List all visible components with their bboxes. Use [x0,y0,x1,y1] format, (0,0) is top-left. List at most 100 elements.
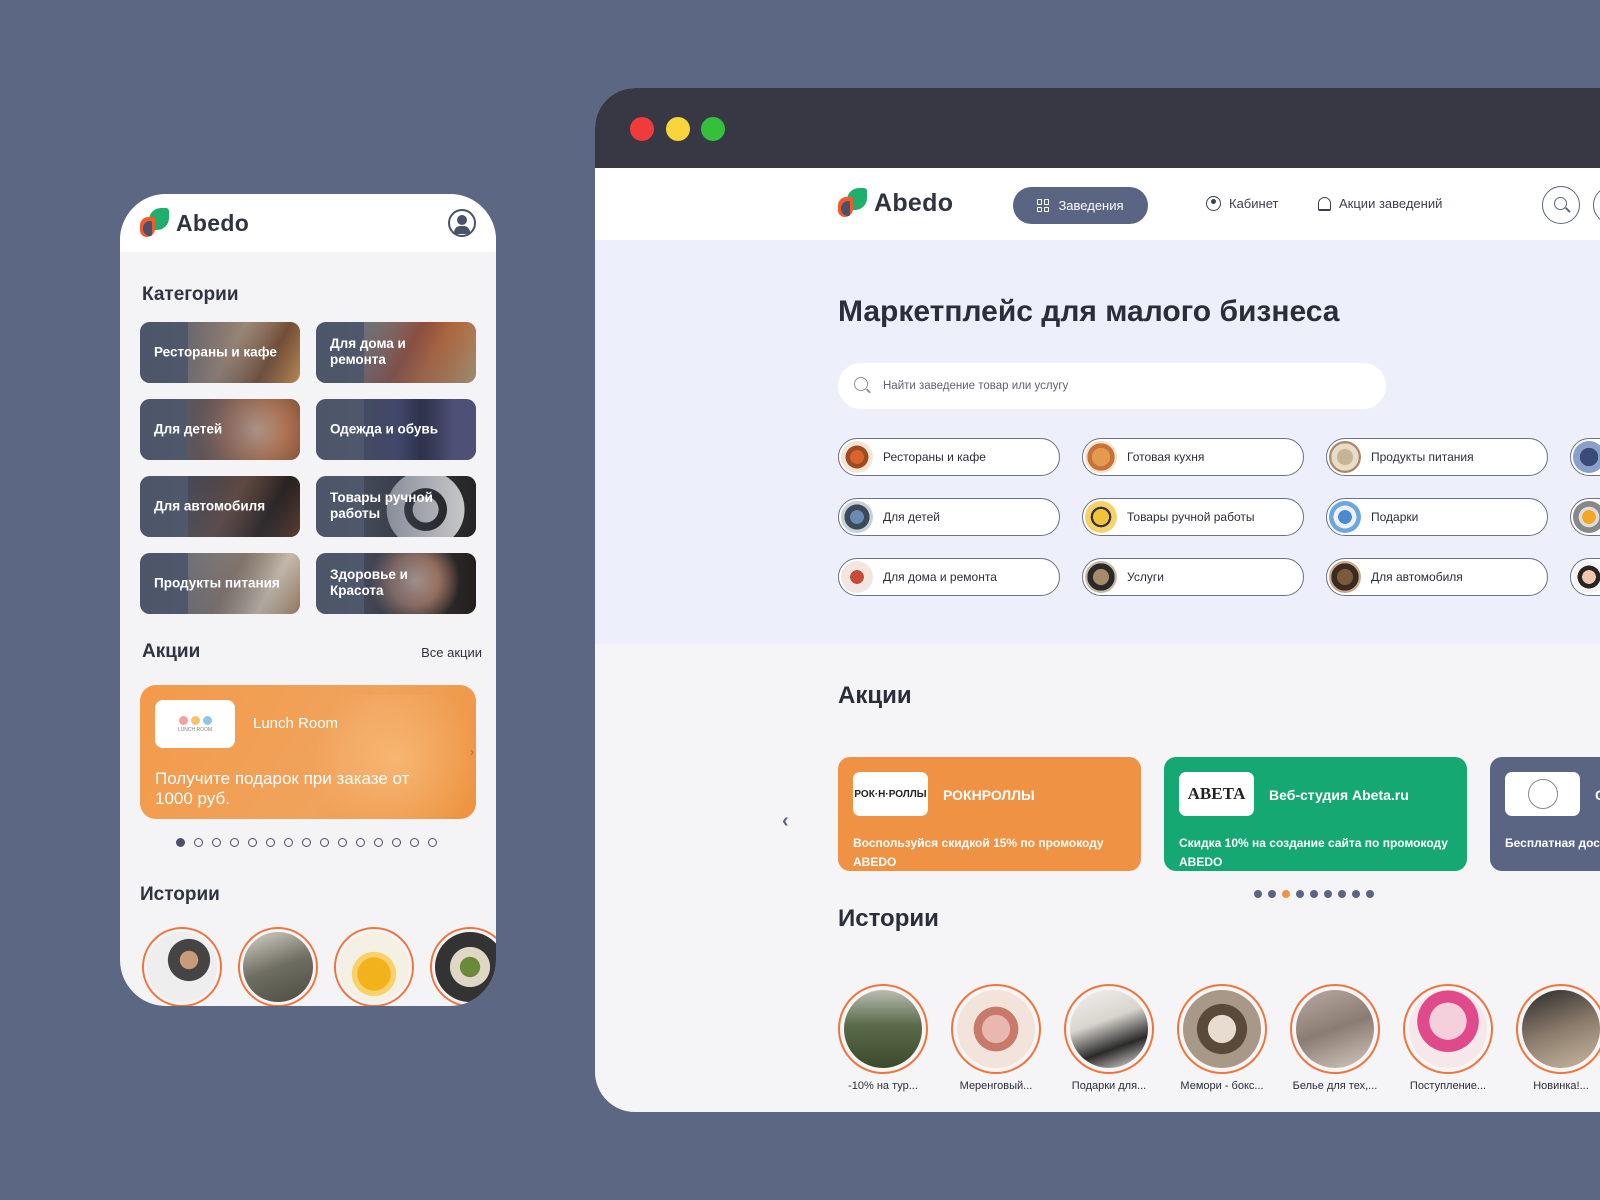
category-chip[interactable]: Готовая кухня [1082,438,1304,476]
story-item[interactable]: Поступление... [1403,984,1493,1092]
carousel-dot[interactable] [230,838,239,847]
close-window-button[interactable] [630,117,654,141]
story-item[interactable]: Подарки для... [1064,984,1154,1092]
category-chip[interactable]: Подарки [1326,498,1548,536]
carousel-dot[interactable] [212,838,221,847]
category-chip[interactable]: Для детей [838,498,1060,536]
promo-card-third[interactable]: C Бесплатная доставка [1490,757,1600,871]
category-chip[interactable]: Продукты питания [1326,438,1548,476]
promo-card-abeta[interactable]: AВЕТА Веб-студия Abeta.ru Скидка 10% на … [1164,757,1467,871]
chevron-right-icon[interactable]: › [470,745,474,759]
carousel-dot[interactable] [1324,890,1332,898]
story-item[interactable]: Новинка!... [1516,984,1600,1092]
stories-title: Истории [838,905,939,932]
search-input[interactable] [883,363,1363,409]
carousel-dot[interactable] [1338,890,1346,898]
place-promos-label: Акции заведений [1339,196,1443,211]
carousel-dots[interactable] [176,838,437,847]
category-card-food[interactable]: Продукты питания [140,553,300,614]
carousel-dot[interactable] [1254,890,1262,898]
stamp-logo-icon [1527,779,1558,809]
stories-row: -10% на тур... Меренговый... Подарки для… [838,984,1600,1092]
story-avatar[interactable] [142,927,222,1006]
promo-name: Веб-студия Abeta.ru [1269,787,1409,803]
category-card-kids[interactable]: Для детей [140,399,300,460]
category-card-handmade[interactable]: Товары ручной работы [316,476,476,537]
carousel-dot[interactable] [248,838,257,847]
category-chip[interactable] [1570,438,1600,476]
places-button[interactable]: Заведения [1013,187,1148,224]
promo-name: РОКНРОЛЛЫ [943,787,1035,803]
maximize-window-button[interactable] [701,117,725,141]
carousel-dot[interactable] [410,838,419,847]
minimize-window-button[interactable] [666,117,690,141]
carousel-dot[interactable] [302,838,311,847]
carousel-dot[interactable] [176,838,185,847]
carousel-dot[interactable] [194,838,203,847]
promos-title: Акции [838,682,912,709]
bell-icon [1318,196,1331,211]
place-promos-link[interactable]: Акции заведений [1318,196,1442,211]
carousel-dot[interactable] [1310,890,1318,898]
chevron-left-icon[interactable]: ‹ [782,810,789,833]
category-label: Для детей [154,421,223,437]
chip-label: Для дома и ремонта [883,570,997,584]
story-item[interactable]: Меренговый... [951,984,1041,1092]
promo-text: Получите подарок при заказе от 1000 руб. [155,769,410,809]
story-label: Новинка!... [1533,1080,1589,1092]
carousel-dots[interactable] [1254,890,1374,898]
logo[interactable]: Abedo [140,208,249,238]
category-label: Для дома и ремонта [330,335,406,368]
desktop-browser: Abedo Заведения Кабинет Акции заведений … [595,88,1600,1112]
chip-label: Товары ручной работы [1127,510,1255,524]
user-circle-icon[interactable] [1593,186,1600,224]
story-item[interactable]: Мемори - бокс... [1177,984,1267,1092]
promo-card[interactable]: LUNCH ROOM Lunch Room Получите подарок п… [140,685,476,819]
category-card-beauty[interactable]: Здоровье и Красота [316,553,476,614]
logo[interactable]: Abedo [838,188,953,218]
promo-cards: РОК·Н·РОЛЛЫ РОКНРОЛЛЫ Воспользуйся скидк… [838,757,1600,871]
category-chip[interactable] [1570,558,1600,596]
story-avatar[interactable] [334,927,414,1006]
promo-name: C [1595,787,1600,803]
carousel-dot[interactable] [1282,890,1290,898]
category-chip[interactable]: Для автомобиля [1326,558,1548,596]
story-avatar[interactable] [238,927,318,1006]
story-avatar[interactable] [430,927,496,1006]
promo-card-rocknrolly[interactable]: РОК·Н·РОЛЛЫ РОКНРОЛЛЫ Воспользуйся скидк… [838,757,1141,871]
story-item[interactable]: Белье для тех,... [1290,984,1380,1092]
places-label: Заведения [1058,198,1124,213]
category-card-clothes[interactable]: Одежда и обувь [316,399,476,460]
carousel-dot[interactable] [1366,890,1374,898]
category-card-restaurants[interactable]: Рестораны и кафе [140,322,300,383]
category-label: Продукты питания [154,575,280,591]
search-bar [838,363,1386,409]
carousel-dot[interactable] [1296,890,1304,898]
categories-title: Категории [142,284,239,305]
carousel-dot[interactable] [392,838,401,847]
carousel-dot[interactable] [266,838,275,847]
all-promos-link[interactable]: Все акции [421,645,482,660]
cabinet-link[interactable]: Кабинет [1206,196,1278,211]
category-chip[interactable]: Рестораны и кафе [838,438,1060,476]
promo-logo: LUNCH ROOM [155,700,235,748]
category-chip[interactable]: Услуги [1082,558,1304,596]
carousel-dot[interactable] [356,838,365,847]
carousel-dot[interactable] [1268,890,1276,898]
search-icon[interactable] [1542,186,1580,224]
carousel-dot[interactable] [1352,890,1360,898]
category-label: Одежда и обувь [330,421,439,437]
category-card-auto[interactable]: Для автомобиля [140,476,300,537]
carousel-dot[interactable] [338,838,347,847]
category-chip[interactable] [1570,498,1600,536]
carousel-dot[interactable] [320,838,329,847]
story-item[interactable]: -10% на тур... [838,984,928,1092]
category-chip[interactable]: Товары ручной работы [1082,498,1304,536]
carousel-dot[interactable] [284,838,293,847]
carousel-dot[interactable] [374,838,383,847]
hero-section: Маркетплейс для малого бизнеса Рестораны… [595,240,1600,644]
category-chip[interactable]: Для дома и ремонта [838,558,1060,596]
category-card-home[interactable]: Для дома и ремонта [316,322,476,383]
profile-icon[interactable] [448,209,476,237]
carousel-dot[interactable] [428,838,437,847]
